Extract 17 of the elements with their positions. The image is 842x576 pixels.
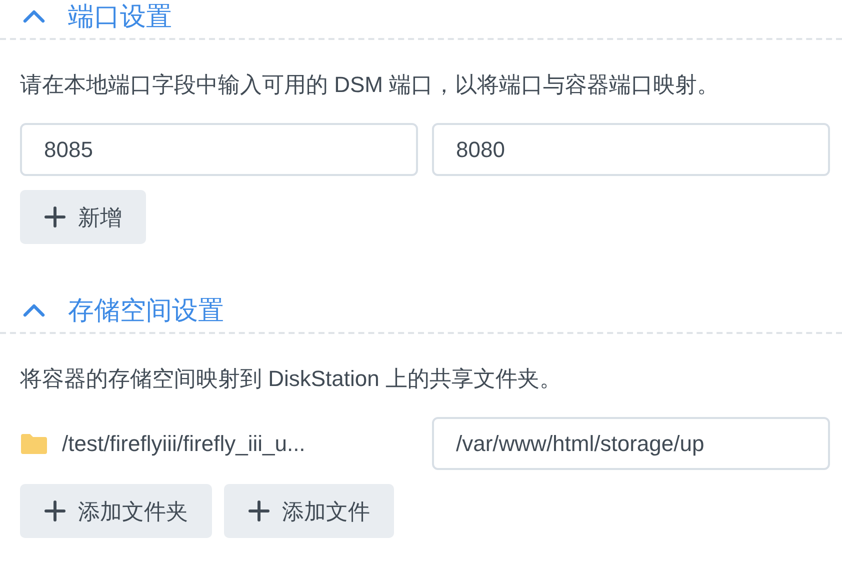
collapse-chevron-icon[interactable] bbox=[22, 303, 46, 317]
container-port-field[interactable]: 8080 bbox=[432, 123, 830, 176]
local-port-field[interactable]: 8085 bbox=[20, 123, 418, 176]
section-description: 将容器的存储空间映射到 DiskStation 上的共享文件夹。 bbox=[19, 365, 562, 393]
section-description: 请在本地端口字段中输入可用的 DSM 端口，以将端口与容器端口映射。 bbox=[19, 71, 720, 99]
add-button[interactable]: 添加文件 bbox=[224, 484, 394, 538]
folder-path: /test/fireflyiii/firefly_iii_u... bbox=[62, 430, 306, 458]
plus-icon bbox=[248, 500, 270, 522]
folder-icon bbox=[20, 432, 48, 454]
section-title[interactable]: 存储空间设置 bbox=[68, 290, 224, 330]
plus-icon bbox=[44, 206, 66, 228]
add-button[interactable]: 新增 bbox=[20, 190, 146, 244]
section-title[interactable]: 端口设置 bbox=[68, 0, 172, 36]
plus-icon bbox=[44, 500, 66, 522]
collapse-chevron-icon[interactable] bbox=[22, 9, 46, 23]
mount-path-field[interactable]: /var/www/html/storage/up bbox=[432, 417, 830, 470]
add-button[interactable]: 添加文件夹 bbox=[20, 484, 212, 538]
